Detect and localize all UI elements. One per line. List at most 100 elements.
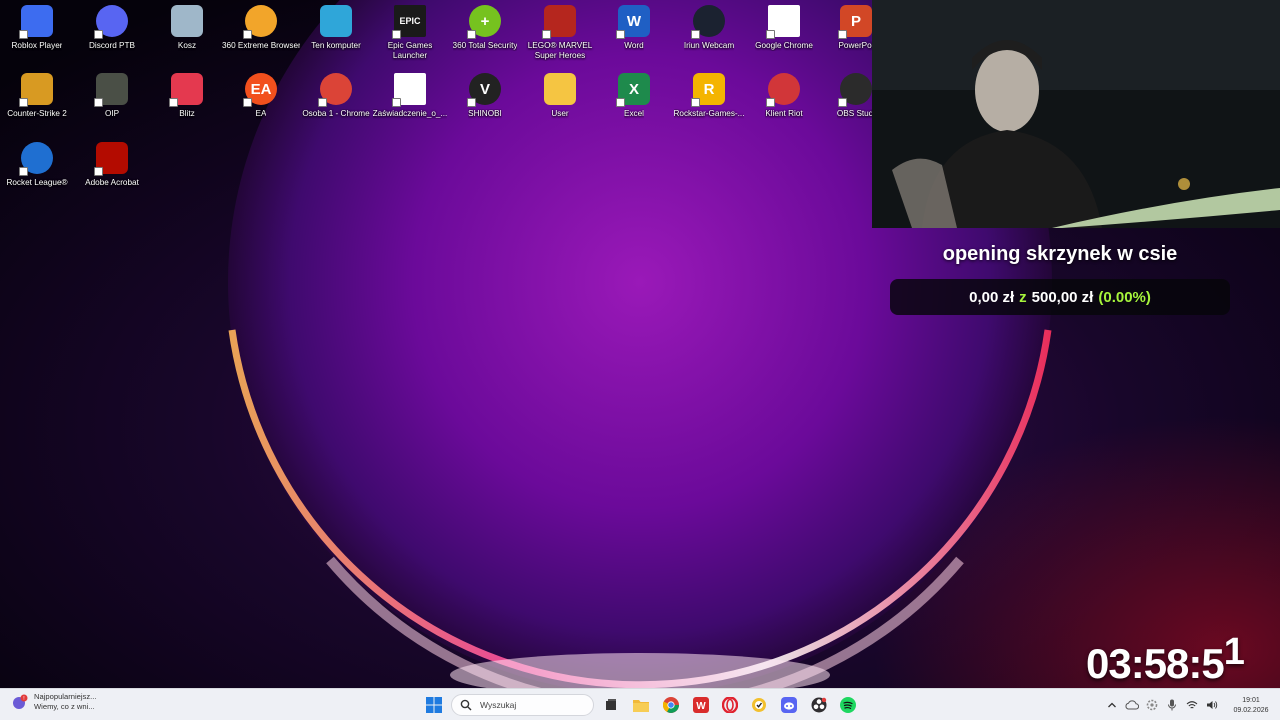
desktop-icon-label: Adobe Acrobat [85, 178, 139, 187]
desktop-icon[interactable]: Kosz [149, 5, 225, 69]
shortcut-arrow-icon [838, 30, 847, 39]
ea-icon: EA [243, 73, 277, 107]
desktop-icon[interactable]: Iriun Webcam [671, 5, 747, 69]
desktop-icon[interactable]: User [522, 73, 598, 137]
onedrive-icon[interactable] [1122, 695, 1142, 715]
image-icon [94, 73, 128, 107]
360-security-icon: + [467, 5, 501, 39]
volume-icon[interactable] [1202, 695, 1222, 715]
desktop-icon-label: LEGO® MARVEL Super Heroes [527, 41, 593, 60]
goal-current-amount: 0,00 zł [969, 288, 1015, 306]
spotify-icon[interactable] [837, 694, 859, 716]
stream-timer: 03:58:51 [1086, 631, 1245, 688]
desktop-icon-label: Blitz [179, 109, 195, 118]
desktop-icon-label: Klient Riot [765, 109, 803, 118]
clock-date: 09.02.2026 [1233, 706, 1269, 714]
desktop-icon[interactable]: Zaświadczenie_o_... [372, 73, 448, 137]
desktop-icon[interactable]: Roblox Player [0, 5, 75, 69]
donation-goal-bar: 0,00 zł z 500,00 zł (0.00%) [890, 279, 1230, 315]
desktop-icon[interactable]: Rocket League® [0, 142, 75, 206]
desktop-icon[interactable]: Osoba 1 - Chrome [298, 73, 374, 137]
desktop-icon[interactable]: Klient Riot [746, 73, 822, 137]
shortcut-arrow-icon [616, 98, 625, 107]
360-browser-icon [243, 5, 277, 39]
shortcut-arrow-icon [392, 98, 401, 107]
opera-icon[interactable] [719, 694, 741, 716]
rocket-league-icon [19, 142, 53, 176]
recycle-bin-icon [171, 5, 203, 37]
desktop-icon[interactable]: Google Chrome [746, 5, 822, 69]
shortcut-arrow-icon [243, 30, 252, 39]
search-box[interactable]: Wyszukaj [451, 694, 594, 716]
desktop-icon-label: Rocket League® [6, 178, 68, 187]
windows-start-icon[interactable] [423, 694, 445, 716]
shortcut-arrow-icon [691, 30, 700, 39]
desktop-icon-label: OBS Studi [836, 109, 876, 118]
taskbar-clock[interactable]: 19:01 09.02.2026 [1222, 695, 1280, 716]
roblox-icon [19, 5, 53, 39]
desktop-icon-label: Kosz [177, 41, 197, 50]
discord-icon [94, 5, 128, 39]
acrobat-icon [94, 142, 128, 176]
desktop-icon[interactable]: R Rockstar-Games-... [671, 73, 747, 137]
desktop-icon[interactable]: Adobe Acrobat [74, 142, 150, 206]
wifi-icon[interactable] [1182, 695, 1202, 715]
desktop-icon[interactable]: Discord PTB [74, 5, 150, 69]
chrome-icon [318, 73, 352, 107]
svg-text:!: ! [23, 696, 24, 702]
desktop-icon[interactable]: Counter-Strike 2 [0, 73, 75, 137]
riot-icon [766, 73, 800, 107]
shortcut-arrow-icon [318, 98, 327, 107]
shortcut-arrow-icon [766, 30, 775, 39]
rockstar-icon: R [691, 73, 725, 107]
task-view-icon[interactable] [600, 694, 622, 716]
system-tray: 19:01 09.02.2026 [1102, 689, 1280, 720]
shortcut-arrow-icon [467, 30, 476, 39]
desktop-icon[interactable]: OIP [74, 73, 150, 137]
desktop-icon-label: Counter-Strike 2 [7, 109, 67, 118]
obs-icon [838, 73, 872, 107]
desktop-icon-label: Word [624, 41, 644, 50]
shortcut-arrow-icon [94, 30, 103, 39]
file-explorer-icon[interactable] [630, 694, 652, 716]
chrome-icon[interactable] [660, 694, 682, 716]
desktop-icon-label: Excel [623, 109, 645, 118]
desktop-icon[interactable]: EPIC Epic Games Launcher [372, 5, 448, 69]
shortcut-arrow-icon [766, 98, 775, 107]
desktop-icon[interactable]: 360 Extreme Browser [222, 5, 300, 69]
shortcut-arrow-icon [838, 98, 847, 107]
discord-icon[interactable] [778, 694, 800, 716]
shortcut-arrow-icon [616, 30, 625, 39]
desktop-icon-label: User [551, 109, 569, 118]
computer-icon [320, 5, 352, 37]
desktop-icon[interactable]: Ten komputer [298, 5, 374, 69]
settings-gear-icon[interactable] [1142, 695, 1162, 715]
desktop-icon[interactable]: X Excel [596, 73, 672, 137]
shortcut-arrow-icon [542, 30, 551, 39]
news-subline: Wiemy, co z wni... [34, 702, 95, 711]
goal-percent: (0.00%) [1098, 288, 1151, 306]
shortcut-arrow-icon [19, 98, 28, 107]
wps-office-icon[interactable]: W [690, 694, 712, 716]
shinobi-icon: V [467, 73, 501, 107]
desktop-icon[interactable]: Blitz [149, 73, 225, 137]
desktop-icons: Roblox Player Discord PTB Kosz 360 Extreme … [0, 0, 880, 200]
shortcut-arrow-icon [243, 98, 252, 107]
desktop-icon[interactable]: EA EA [223, 73, 299, 137]
goal-separator: z [1019, 288, 1027, 306]
norton-icon[interactable] [748, 694, 770, 716]
desktop-icon-label: PowerPoi [838, 41, 874, 50]
news-widget[interactable]: ! Najpopularniejsz... Wiemy, co z wni... [12, 692, 96, 712]
microphone-icon[interactable] [1162, 695, 1182, 715]
desktop-icon[interactable]: V SHINOBI [447, 73, 523, 137]
obs-icon[interactable] [808, 694, 830, 716]
desktop-icon[interactable]: +360 Total Security [447, 5, 523, 69]
desktop-icon-label: SHINOBI [468, 109, 502, 118]
desktop-icon-label: Google Chrome [755, 41, 813, 50]
shortcut-arrow-icon [94, 98, 103, 107]
search-placeholder: Wyszukaj [480, 700, 517, 710]
desktop-icon[interactable]: W Word [596, 5, 672, 69]
timer-main: 03:58:5 [1086, 640, 1225, 687]
desktop-icon[interactable]: LEGO® MARVEL Super Heroes [522, 5, 598, 69]
chevron-up-icon[interactable] [1102, 695, 1122, 715]
